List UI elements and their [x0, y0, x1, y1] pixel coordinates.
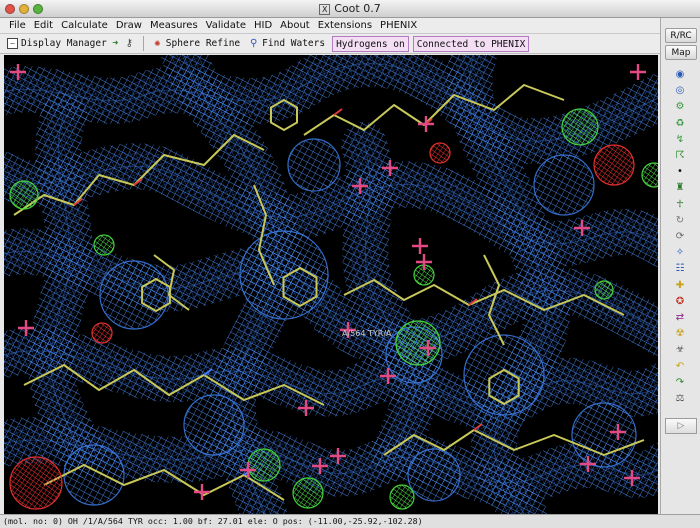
density-blob [99, 260, 169, 330]
positive-difference-blob [247, 448, 281, 482]
measure-icon[interactable]: ⚖ [673, 392, 687, 405]
undo-icon[interactable]: ↶ [673, 360, 687, 373]
rotamer-icon[interactable]: ♜ [673, 181, 687, 194]
dot-icon[interactable]: • [673, 165, 687, 178]
menu-measures[interactable]: Measures [146, 20, 202, 31]
density-blob [63, 444, 125, 506]
torsion-icon[interactable]: ⟳ [673, 230, 687, 243]
delete-icon[interactable]: ☣ [673, 343, 687, 356]
electron-density-canvas[interactable] [4, 55, 658, 514]
rrc-button[interactable]: R/RC [665, 28, 697, 43]
phenix-status: Connected to PHENIX [412, 35, 530, 52]
mutate-icon[interactable]: ☥ [673, 198, 687, 211]
display-manager-icon: — [7, 38, 18, 49]
ligand-icon[interactable]: ☢ [673, 327, 687, 340]
menu-phenix[interactable]: PHENIX [376, 20, 421, 31]
auto-fit-icon[interactable]: ✪ [673, 295, 687, 308]
map-button[interactable]: Map [665, 45, 697, 60]
density-blob [239, 230, 329, 320]
regularize-icon[interactable]: ⚙ [673, 100, 687, 113]
positive-difference-blob [292, 477, 324, 509]
menu-draw[interactable]: Draw [112, 20, 146, 31]
menu-calculate[interactable]: Calculate [57, 20, 112, 31]
hydrogens-toggle[interactable]: Hydrogens on [332, 35, 409, 52]
density-blob [183, 394, 245, 456]
menubar: File Edit Calculate Draw Measures Valida… [0, 18, 660, 34]
menu-hid[interactable]: HID [250, 20, 276, 31]
positive-difference-blob [395, 320, 441, 366]
menu-file[interactable]: File [5, 20, 30, 31]
positive-difference-blob [93, 234, 115, 256]
positive-difference-blob [389, 484, 415, 510]
main-toolbar: — Display Manager ➜ ⚷ ✺ Sphere Refine ⚲ … [0, 34, 660, 54]
toolbar-separator [142, 36, 144, 51]
pep-flip-icon[interactable]: ✧ [673, 246, 687, 259]
menu-edit[interactable]: Edit [30, 20, 57, 31]
menu-extensions[interactable]: Extensions [314, 20, 376, 31]
sphere-refine-icon: ✺ [154, 38, 161, 49]
find-waters-button[interactable]: ⚲ Find Waters [245, 36, 328, 52]
density-blob [287, 138, 341, 192]
sphere-refine-label: Sphere Refine [165, 38, 241, 49]
sphere-refine-button[interactable]: ✺ Sphere Refine [149, 36, 243, 52]
cis-trans-icon[interactable]: ⇄ [673, 311, 687, 324]
add-atom-icon[interactable]: ✚ [673, 279, 687, 292]
go-to-atom-icon: ➜ [112, 38, 119, 49]
menu-about[interactable]: About [276, 20, 314, 31]
positive-difference-blob [561, 108, 599, 146]
status-bar: (mol. no: 0) OH /1/A/564 TYR occ: 1.00 b… [0, 514, 700, 528]
density-blob [407, 448, 461, 502]
negative-difference-blob [429, 142, 451, 164]
display-manager-label: Display Manager [21, 38, 107, 49]
negative-difference-blob [9, 456, 63, 510]
redo-icon[interactable]: ↷ [673, 376, 687, 389]
key-icon: ⚷ [125, 38, 133, 49]
positive-difference-blob [594, 280, 614, 300]
density-blob [571, 402, 637, 468]
model-fit-refine-toolbar: R/RC Map ◉ ◎ ⚙ ♻ ↯ ☈ • ♜ ☥ ↻ ⟳ ✧ ☷ ✚ ✪ ⇄ ☢ ☣ ↶ ↷ ⚖ ▷ [660, 18, 700, 514]
expand-toolbar-button[interactable]: ▷ [665, 418, 697, 434]
find-waters-label: Find Waters [262, 38, 326, 49]
positive-difference-blob [9, 180, 39, 210]
density-blob [533, 154, 595, 216]
graphics-viewport[interactable]: A/564 TYR/A [4, 55, 658, 514]
edit-chi-icon[interactable]: ↻ [673, 214, 687, 227]
menu-validate[interactable]: Validate [202, 20, 250, 31]
backbone-icon[interactable]: ☈ [673, 149, 687, 162]
display-manager-button[interactable]: — Display Manager ➜ ⚷ [4, 36, 138, 52]
refine-icon[interactable]: ◎ [673, 84, 687, 97]
residue-label: A/564 TYR/A [342, 329, 392, 338]
window-title-text: Coot 0.7 [334, 2, 381, 15]
flip-icon[interactable]: ↯ [673, 133, 687, 146]
find-waters-icon: ⚲ [249, 38, 258, 49]
window-titlebar: X Coot 0.7 [0, 0, 700, 18]
negative-difference-blob [593, 144, 635, 186]
base-pair-icon[interactable]: ☷ [673, 262, 687, 275]
rotate-translate-icon[interactable]: ◉ [673, 68, 687, 81]
window-title: X Coot 0.7 [0, 2, 700, 15]
x11-icon: X [319, 4, 331, 15]
rigid-body-icon[interactable]: ♻ [673, 117, 687, 130]
negative-difference-blob [91, 322, 113, 344]
